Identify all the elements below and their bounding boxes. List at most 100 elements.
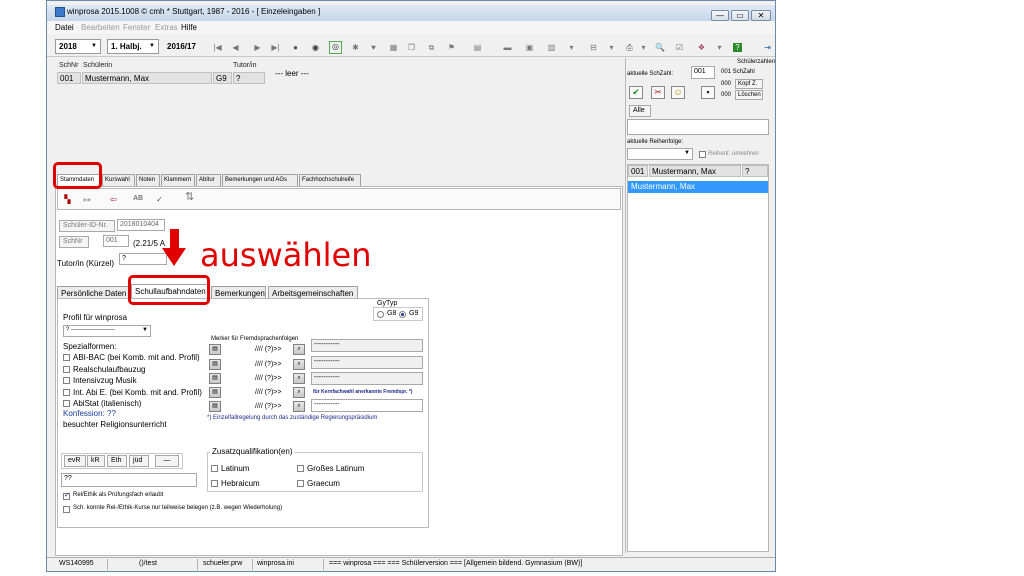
umkehren-checkbox[interactable] <box>699 151 706 158</box>
merker-book-icon[interactable]: ▤ <box>209 344 221 355</box>
active-target-icon[interactable]: ◎ <box>329 41 342 54</box>
save-icon[interactable]: ▣ <box>525 43 534 52</box>
grid-icon[interactable]: ▦ <box>389 43 398 52</box>
menu-hilfe[interactable]: Hilfe <box>181 23 197 32</box>
pruefungsfach-checkbox[interactable] <box>63 491 70 500</box>
merker-book-icon[interactable]: ▤ <box>209 387 221 398</box>
dropdown-small-icon[interactable]: ▾ <box>607 43 616 52</box>
year-select[interactable]: 2018 ▼ <box>55 39 101 54</box>
preview-icon[interactable]: 🔍 <box>655 43 665 52</box>
merker-search-icon[interactable]: ⌕ <box>293 387 305 398</box>
schnr-button[interactable]: SchNr <box>59 236 89 248</box>
exit-icon[interactable]: ⇥ <box>763 43 772 52</box>
tab-klammern[interactable]: Klammern <box>161 174 195 186</box>
color-squares-icon[interactable]: ▚ <box>63 195 72 204</box>
tree-icon[interactable]: ⊟ <box>589 43 598 52</box>
block-icon[interactable]: ▬ <box>503 43 512 52</box>
schzahl-field[interactable]: 001 <box>691 66 715 79</box>
graecum-checkbox[interactable] <box>297 480 304 487</box>
tools-icon[interactable]: ✂ <box>651 86 665 99</box>
circle-icon[interactable]: ● <box>291 43 300 52</box>
fast-forward-icon[interactable]: ▸▸ <box>83 195 92 204</box>
spezial-realschul-checkbox[interactable] <box>63 366 70 373</box>
merker-book-icon[interactable]: ▤ <box>209 359 221 370</box>
student-klasse[interactable]: G9 <box>213 72 232 84</box>
merker-search-icon[interactable]: ⌕ <box>293 373 305 384</box>
dropdown-small-icon[interactable]: ▾ <box>639 43 648 52</box>
checkmark-icon[interactable]: ✓ <box>155 195 164 204</box>
sort-icon[interactable]: ⇅ <box>185 192 194 203</box>
menu-bearbeiten[interactable]: Bearbeiten <box>81 23 120 32</box>
alle-button[interactable]: Alle <box>629 105 651 117</box>
g9-radio[interactable] <box>399 311 406 318</box>
menu-extras[interactable]: Extras <box>155 23 178 32</box>
tab-abitur[interactable]: Abitur <box>196 174 221 186</box>
books-icon[interactable]: ❖ <box>697 43 706 52</box>
merker-search-icon[interactable]: ⌕ <box>293 344 305 355</box>
flag-icon[interactable]: ⚑ <box>447 43 456 52</box>
merker-field[interactable]: ----------- <box>311 399 423 412</box>
list-header-mark[interactable]: ? <box>742 165 768 177</box>
religion-jued-button[interactable]: jüd <box>129 455 149 467</box>
table-icon[interactable]: ▤ <box>473 43 482 52</box>
merker-search-icon[interactable]: ⌕ <box>293 401 305 412</box>
teilweise-checkbox[interactable] <box>63 506 70 513</box>
list-icon[interactable]: ▥ <box>547 43 556 52</box>
latinum-checkbox[interactable] <box>211 465 218 472</box>
religion-field[interactable]: ?? <box>61 473 197 487</box>
list-header-nr[interactable]: 001 <box>628 165 648 177</box>
check-icon[interactable]: ☑ <box>675 43 684 52</box>
previous-record-icon[interactable]: ◀ <box>231 43 240 52</box>
filter-field[interactable] <box>627 119 769 135</box>
religion-none-button[interactable]: — <box>155 455 179 467</box>
restore-button[interactable]: ▭ <box>731 10 749 21</box>
schueler-id-field[interactable]: 2018010404 <box>117 219 165 231</box>
merker-book-icon[interactable]: ▤ <box>209 373 221 384</box>
printer-icon[interactable]: ⎙ <box>625 43 634 52</box>
list-header-name[interactable]: Mustermann, Max <box>649 165 741 177</box>
dropdown-small-icon[interactable]: ▾ <box>567 43 576 52</box>
religion-evr-button[interactable]: evR <box>64 455 86 467</box>
puzzle-icon[interactable]: ✱ <box>351 43 360 52</box>
loeschen-button[interactable]: Löschen <box>735 90 763 100</box>
close-button[interactable]: ✕ <box>751 10 771 21</box>
kopf-button[interactable]: Kopf Z. <box>735 79 763 89</box>
help-icon[interactable]: ? <box>733 43 742 52</box>
student-name[interactable]: Mustermann, Max <box>82 72 212 84</box>
tab-kurswahl[interactable]: Kurswahl <box>102 174 135 186</box>
half-select[interactable]: 1. Halbj. ▼ <box>107 39 159 54</box>
tab-fachhochschulreife[interactable]: Fachhochschulreife <box>299 174 361 186</box>
merker-field[interactable]: ----------- <box>311 339 423 352</box>
tab-noten[interactable]: Noten <box>136 174 160 186</box>
tab-bemerkungen-ags[interactable]: Bemerkungen und AGs <box>222 174 298 186</box>
abc-icon[interactable]: AB <box>133 194 143 203</box>
heart-icon[interactable]: ♥ <box>369 43 378 52</box>
merker-field[interactable]: ----------- <box>311 356 423 369</box>
copy-icon[interactable]: ❐ <box>407 43 416 52</box>
menu-fenster[interactable]: Fenster <box>123 23 150 32</box>
reihenfolge-select[interactable]: ▼ <box>627 148 693 160</box>
profil-select[interactable]: ? ---------------------- ▼ <box>63 325 151 337</box>
student-schnr[interactable]: 001 <box>57 72 81 84</box>
student-tutor[interactable]: ? <box>233 72 265 84</box>
merker-field[interactable]: ----------- <box>311 372 423 385</box>
merker-book-icon[interactable]: ▤ <box>209 401 221 412</box>
list-item[interactable]: Mustermann, Max <box>628 181 768 193</box>
disk-icon[interactable]: ▪ <box>701 86 715 99</box>
target-icon[interactable]: ◉ <box>311 43 320 52</box>
g8-radio[interactable] <box>377 311 384 318</box>
dropdown-small-icon[interactable]: ▾ <box>715 43 724 52</box>
people-icon[interactable]: ☺ <box>671 86 685 99</box>
religion-eth-button[interactable]: Eth <box>107 455 127 467</box>
religion-kr-button[interactable]: kR <box>87 455 105 467</box>
first-record-icon[interactable]: |◀ <box>213 43 222 52</box>
last-record-icon[interactable]: ▶| <box>271 43 280 52</box>
schueler-id-button[interactable]: Schüler-ID-Nr. <box>59 220 115 232</box>
hebraicum-checkbox[interactable] <box>211 480 218 487</box>
merker-search-icon[interactable]: ⌕ <box>293 359 305 370</box>
tutor-field[interactable]: ? <box>119 253 167 265</box>
spezial-musik-checkbox[interactable] <box>63 377 70 384</box>
grosses-latinum-checkbox[interactable] <box>297 465 304 472</box>
next-record-icon[interactable]: ▶ <box>253 43 262 52</box>
link-icon[interactable]: ⧉ <box>427 43 436 52</box>
